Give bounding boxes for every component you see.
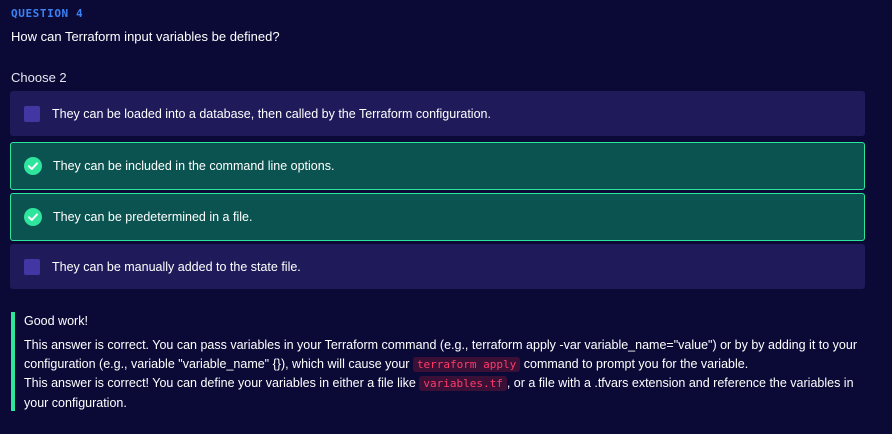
feedback-text: command to prompt you for the variable. (520, 356, 749, 371)
code-snippet: terraform apply (412, 356, 521, 372)
check-circle-icon[interactable] (24, 208, 42, 226)
answer-option-label: They can be manually added to the state … (52, 259, 301, 274)
feedback-text: This answer is correct! You can define y… (24, 376, 420, 390)
answer-option-1[interactable]: They can be loaded into a database, then… (10, 91, 865, 136)
answer-option-2[interactable]: They can be included in the command line… (10, 142, 865, 190)
answer-option-label: They can be predetermined in a file. (53, 210, 253, 224)
feedback-title: Good work! (24, 314, 88, 328)
question-text: How can Terraform input variables be def… (11, 29, 280, 44)
answer-option-3[interactable]: They can be predetermined in a file. (10, 193, 865, 241)
answer-options: They can be loaded into a database, then… (10, 91, 865, 295)
choose-count-label: Choose 2 (11, 70, 67, 85)
check-circle-icon[interactable] (24, 157, 42, 175)
feedback-paragraph-1: This answer is correct. You can pass var… (24, 336, 861, 374)
question-number: QUESTION 4 (11, 7, 84, 20)
answer-option-label: They can be included in the command line… (53, 159, 335, 173)
answer-option-label: They can be loaded into a database, then… (52, 106, 491, 121)
feedback-panel: Good work! This answer is correct. You c… (11, 312, 861, 411)
feedback-paragraph-2: This answer is correct! You can define y… (24, 374, 861, 412)
feedback-explanation: This answer is correct. You can pass var… (24, 336, 861, 412)
code-snippet: variables.tf (419, 376, 507, 391)
checkbox-icon[interactable] (24, 258, 40, 275)
answer-option-4[interactable]: They can be manually added to the state … (10, 244, 865, 289)
checkbox-icon[interactable] (24, 105, 40, 122)
quiz-page: QUESTION 4 How can Terraform input varia… (0, 0, 892, 434)
